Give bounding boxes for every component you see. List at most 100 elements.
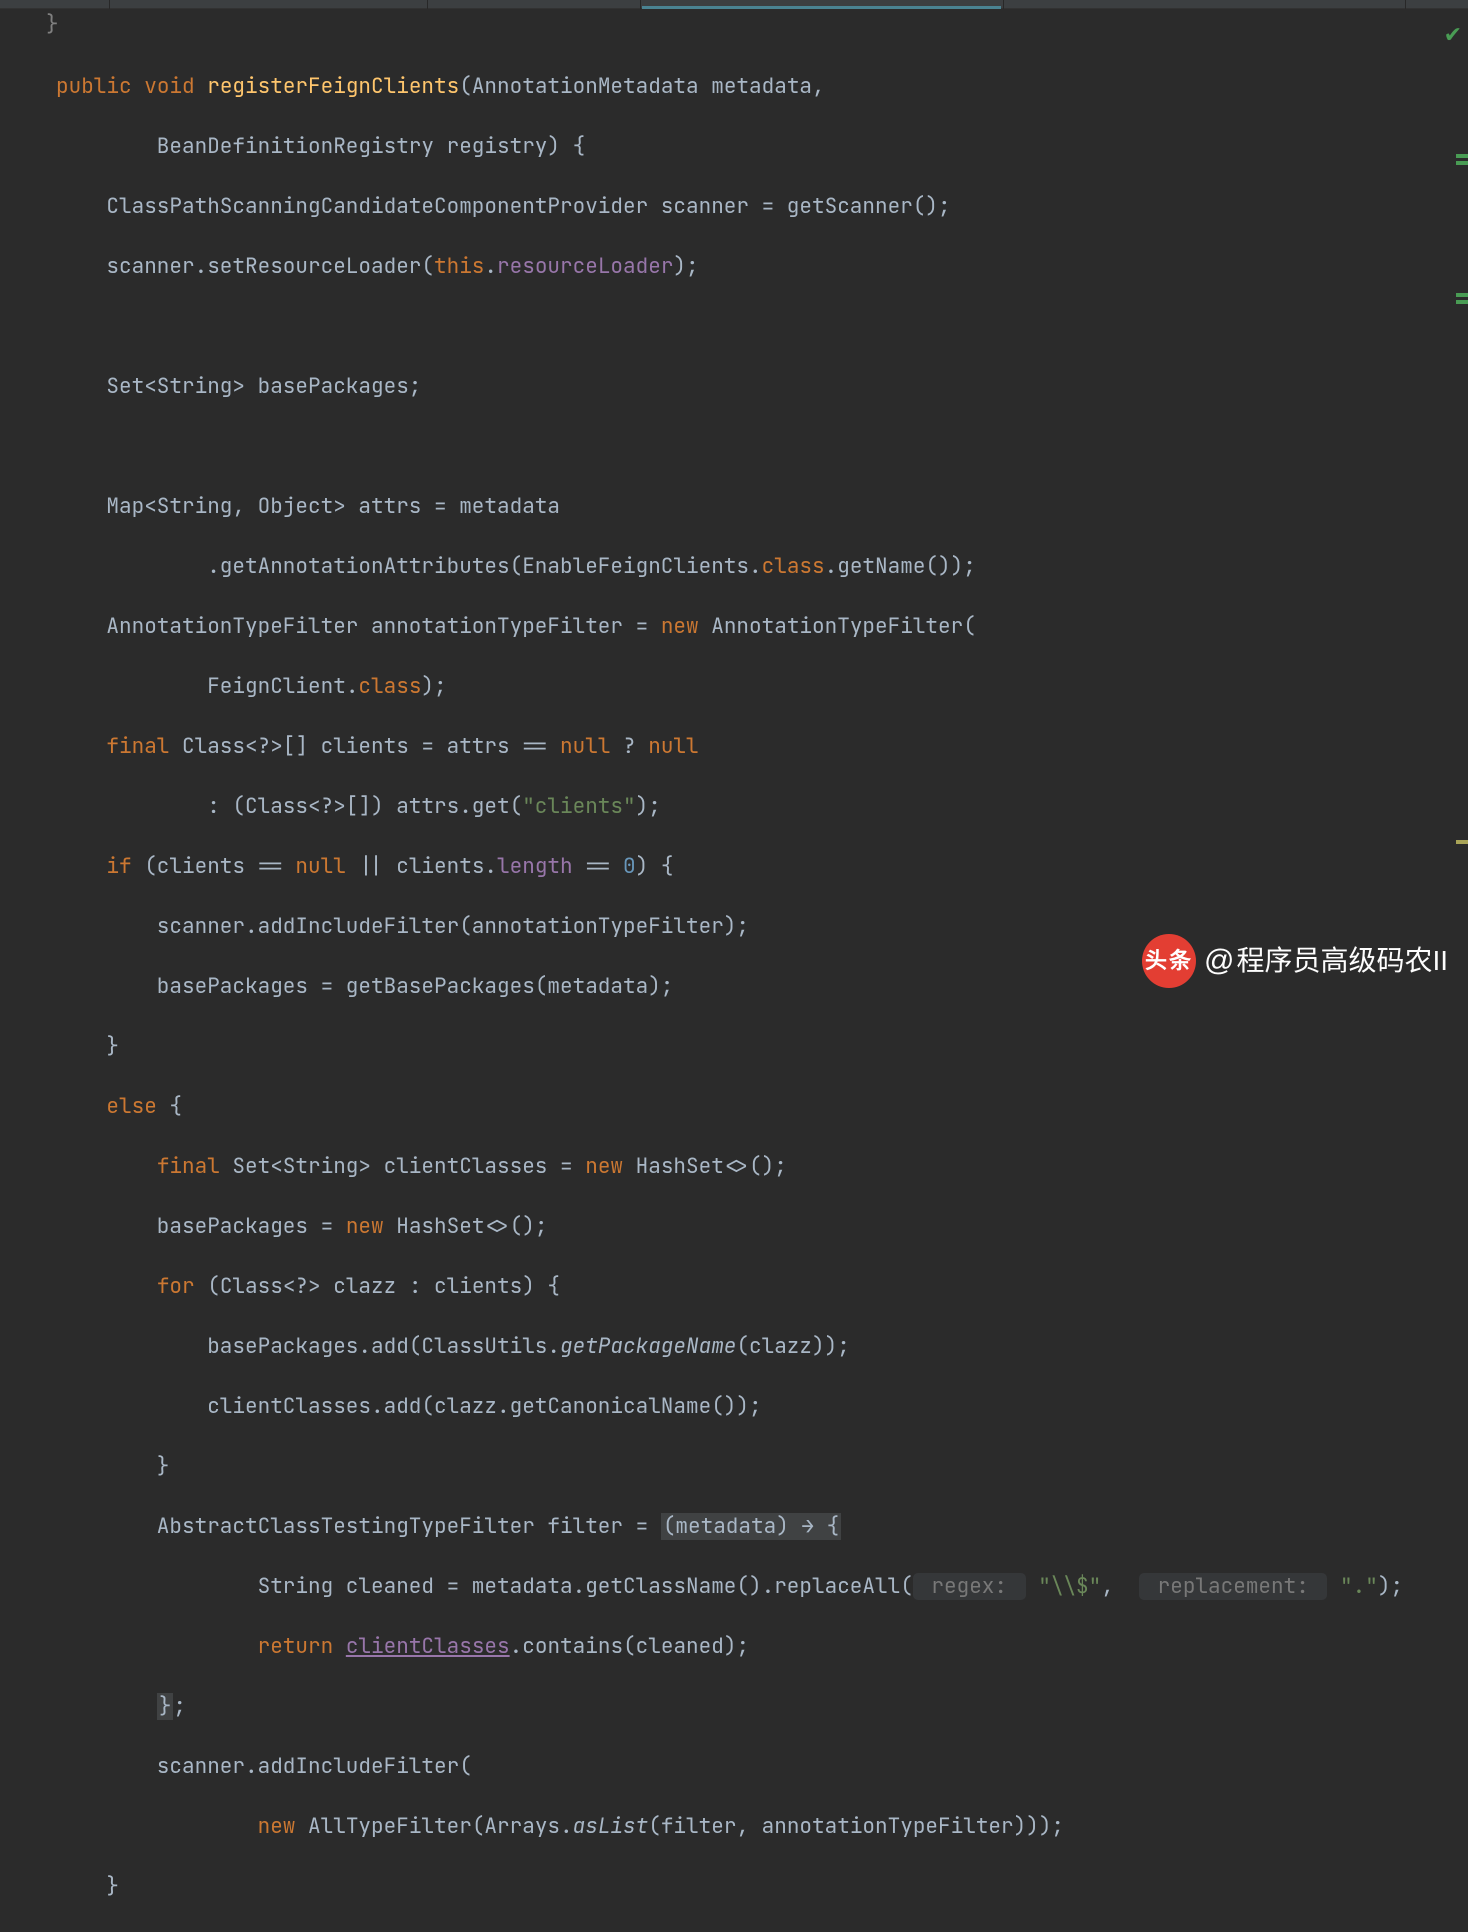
code-line[interactable]: } <box>56 1872 1452 1902</box>
code-text: (clazz)); <box>736 1333 849 1360</box>
code-line[interactable]: } <box>56 1032 1452 1062</box>
code-text: ) { <box>636 853 674 880</box>
method-name: registerFeignClients <box>207 73 459 100</box>
code-text <box>56 1813 258 1840</box>
keyword: final <box>157 1153 220 1180</box>
code-line[interactable]: scanner.setResourceLoader(this.resourceL… <box>56 252 1452 282</box>
keyword: if <box>106 853 131 880</box>
keyword: null <box>648 733 698 760</box>
code-line[interactable] <box>56 432 1452 462</box>
code-text: : (Class<?>[]) attrs.get( <box>56 793 522 820</box>
code-text: AbstractClassTestingTypeFilter filter = <box>56 1513 661 1540</box>
keyword: null <box>295 853 345 880</box>
code-line[interactable]: for (Class<?> clazz : clients) { <box>56 1272 1452 1302</box>
code-text: Class<?>[] clients = attrs == <box>169 733 560 760</box>
code-line[interactable]: scanner.addIncludeFilter( <box>56 1752 1452 1782</box>
folded-lambda-start[interactable]: (metadata) → { <box>661 1513 841 1540</box>
static-method: asList <box>573 1813 649 1840</box>
code-line[interactable]: new AllTypeFilter(Arrays.asList(filter, … <box>56 1812 1452 1842</box>
keyword: final <box>106 733 169 760</box>
keyword: new <box>346 1213 384 1240</box>
code-text: ; <box>173 1693 186 1720</box>
code-line[interactable]: if (clients == null || clients.length ==… <box>56 852 1452 882</box>
string-literal: "." <box>1340 1573 1378 1600</box>
code-text: (clients == <box>132 853 296 880</box>
code-text: (filter, annotationTypeFilter))); <box>648 1813 1064 1840</box>
code-text: String cleaned = metadata.getClassName()… <box>56 1573 913 1600</box>
code-text: ); <box>636 793 661 820</box>
keyword: null <box>560 733 610 760</box>
code-text <box>56 673 207 700</box>
captured-var[interactable]: clientClasses <box>346 1633 510 1660</box>
keyword: else <box>106 1093 156 1120</box>
watermark: 头条 @ 程序员高级码农II <box>1142 934 1448 988</box>
code-line[interactable]: final Set<String> clientClasses = new Ha… <box>56 1152 1452 1182</box>
code-text: scanner.setResourceLoader( <box>56 253 434 280</box>
keyword: void <box>144 73 194 100</box>
code-text <box>56 1693 157 1720</box>
code-line[interactable] <box>56 312 1452 342</box>
code-line[interactable]: basePackages.add(ClassUtils.getPackageNa… <box>56 1332 1452 1362</box>
code-line[interactable]: else { <box>56 1092 1452 1122</box>
number-literal: 0 <box>623 853 636 880</box>
keyword: this <box>434 253 484 280</box>
watermark-author: 程序员高级码农II <box>1236 947 1448 975</box>
code-text: AnnotationTypeFilter annotationTypeFilte… <box>56 613 661 640</box>
error-stripe[interactable] <box>1454 9 1468 1006</box>
code-line[interactable]: AnnotationTypeFilter annotationTypeFilte… <box>56 612 1452 642</box>
code-text: { <box>157 1093 182 1120</box>
keyword: public <box>56 73 132 100</box>
change-marker[interactable] <box>1456 154 1468 158</box>
code-line[interactable]: String cleaned = metadata.getClassName()… <box>56 1572 1452 1602</box>
code-line[interactable]: : (Class<?>[]) attrs.get("clients"); <box>56 792 1452 822</box>
change-marker[interactable] <box>1456 300 1468 304</box>
keyword: class <box>358 673 421 700</box>
code-text: (Class<?> clazz : clients) { <box>195 1273 560 1300</box>
code-line[interactable]: return clientClasses.contains(cleaned); <box>56 1632 1452 1662</box>
code-line[interactable]: ClassPathScanningCandidateComponentProvi… <box>56 192 1452 222</box>
code-line[interactable]: }; <box>56 1692 1452 1722</box>
code-text: .contains(cleaned); <box>510 1633 749 1660</box>
code-text: == <box>573 853 623 880</box>
watermark-text: @ 程序员高级码农II <box>1204 946 1448 976</box>
editor-tab-bar[interactable] <box>0 0 1468 9</box>
code-text <box>333 1633 346 1660</box>
keyword: new <box>585 1153 623 1180</box>
code-line[interactable]: .getAnnotationAttributes(EnableFeignClie… <box>56 552 1452 582</box>
keyword: new <box>258 1813 296 1840</box>
code-line[interactable]: Map<String, Object> attrs = metadata <box>56 492 1452 522</box>
code-text: .getName()); <box>825 553 976 580</box>
code-line[interactable]: clientClasses.add(clazz.getCanonicalName… <box>56 1392 1452 1422</box>
code-line[interactable]: final Class<?>[] clients = attrs == null… <box>56 732 1452 762</box>
code-line[interactable]: FeignClient.class); <box>56 672 1452 702</box>
tab-separator <box>640 0 641 9</box>
field-ref: length <box>497 853 573 880</box>
tab-separator <box>1405 0 1406 9</box>
code-text: ? <box>610 733 648 760</box>
code-editor[interactable]: public void registerFeignClients(Annotat… <box>0 9 1452 1006</box>
keyword: return <box>258 1633 334 1660</box>
code-line[interactable]: BeanDefinitionRegistry registry) { <box>56 132 1452 162</box>
code-text: ); <box>673 253 698 280</box>
keyword: for <box>157 1273 195 1300</box>
at-icon: @ <box>1204 946 1234 976</box>
keyword: new <box>661 613 699 640</box>
code-line[interactable]: basePackages = new HashSet<>(); <box>56 1212 1452 1242</box>
code-line[interactable]: AbstractClassTestingTypeFilter filter = … <box>56 1512 1452 1542</box>
change-marker[interactable] <box>1456 293 1468 297</box>
code-line[interactable]: Set<String> basePackages; <box>56 372 1452 402</box>
code-text: ); <box>1378 1573 1403 1600</box>
field-ref: resourceLoader <box>497 253 673 280</box>
string-literal: "\\$" <box>1038 1573 1101 1600</box>
code-line[interactable]: } <box>56 1452 1452 1482</box>
folded-lambda-end[interactable]: } <box>157 1693 174 1720</box>
keyword: class <box>762 553 825 580</box>
code-text: AnnotationTypeFilter( <box>699 613 976 640</box>
warning-marker[interactable] <box>1456 840 1468 844</box>
code-text: , <box>1101 1573 1139 1600</box>
code-line[interactable]: public void registerFeignClients(Annotat… <box>56 72 1452 102</box>
string-literal: "clients" <box>522 793 635 820</box>
change-marker[interactable] <box>1456 161 1468 165</box>
static-method: getPackageName <box>560 1333 736 1360</box>
code-text: HashSet<>(); <box>623 1153 787 1180</box>
